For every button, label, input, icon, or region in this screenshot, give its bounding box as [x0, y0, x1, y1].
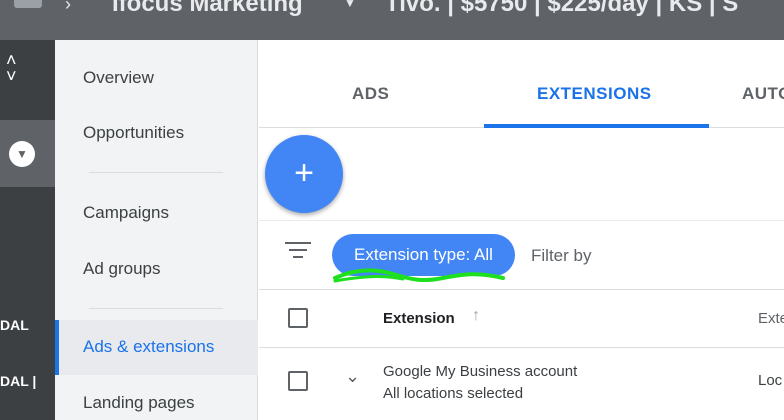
account-name[interactable]: Ifocus Marketing	[112, 0, 303, 18]
tab-bar: ADS EXTENSIONS AUTO	[259, 40, 784, 128]
nav-item-ad-groups[interactable]: Ad groups	[83, 259, 161, 279]
tab-extensions[interactable]: EXTENSIONS	[537, 84, 652, 104]
up-down-chevron-icon[interactable]: ˄ ˅	[6, 51, 17, 85]
tab-ads[interactable]: ADS	[352, 84, 389, 104]
extension-type-cell: Loc	[758, 372, 783, 389]
nav-active-indicator	[55, 320, 59, 375]
row-checkbox[interactable]	[288, 371, 308, 391]
logo[interactable]	[14, 0, 42, 8]
expand-chevron-icon[interactable]: ›	[65, 0, 71, 15]
select-all-checkbox[interactable]	[288, 308, 308, 328]
nav-item-ads-extensions[interactable]: Ads & extensions	[83, 337, 214, 357]
extension-cell: Google My Business account All locations…	[383, 361, 577, 405]
extension-name: Google My Business account	[383, 363, 578, 380]
add-extension-button[interactable]: +	[265, 135, 343, 213]
rail-label-2: DAL |	[0, 373, 37, 389]
page-menu: Overview Opportunities Campaigns Ad grou…	[55, 40, 258, 420]
chevron-down-icon[interactable]: ⌄	[345, 366, 360, 387]
rail-label-1: DAL	[0, 317, 29, 333]
filter-bar: Extension type: All Filter by	[259, 220, 784, 290]
extension-detail: All locations selected	[383, 385, 524, 402]
filter-icon[interactable]	[285, 242, 311, 266]
account-dropdown-icon[interactable]: ▼	[344, 0, 356, 10]
campaign-summary: Tivo. | $5750 | $225/day | KS | S	[385, 0, 739, 17]
main-panel: ADS EXTENSIONS AUTO + Extension type: Al…	[259, 40, 784, 420]
column-header-extension[interactable]: Extension	[383, 310, 455, 327]
nav-divider	[89, 308, 223, 309]
table-row[interactable]: ⌄ Google My Business account All locatio…	[259, 348, 784, 420]
table-header-row: Extension ↑ Exte	[259, 290, 784, 348]
nav-item-overview[interactable]: Overview	[83, 68, 154, 88]
top-header: › Ifocus Marketing ▼ Tivo. | $5750 | $22…	[0, 0, 784, 40]
nav-divider	[89, 172, 223, 173]
active-tab-indicator	[484, 124, 709, 128]
nav-item-landing-pages[interactable]: Landing pages	[83, 393, 195, 413]
filter-by-label[interactable]: Filter by	[531, 246, 591, 266]
rail-selected-item[interactable]: ▼	[0, 120, 55, 187]
tab-auto[interactable]: AUTO	[742, 84, 784, 104]
dropdown-circle-icon[interactable]: ▼	[9, 141, 35, 167]
nav-item-campaigns[interactable]: Campaigns	[83, 203, 169, 223]
nav-item-opportunities[interactable]: Opportunities	[83, 123, 184, 143]
plus-icon: +	[294, 154, 314, 192]
sort-arrow-up-icon[interactable]: ↑	[472, 307, 480, 325]
left-rail: ˄ ˅ ▼ DAL DAL |	[0, 40, 55, 420]
column-header-extension-type[interactable]: Exte	[758, 310, 784, 327]
green-annotation-scribble	[333, 268, 505, 283]
